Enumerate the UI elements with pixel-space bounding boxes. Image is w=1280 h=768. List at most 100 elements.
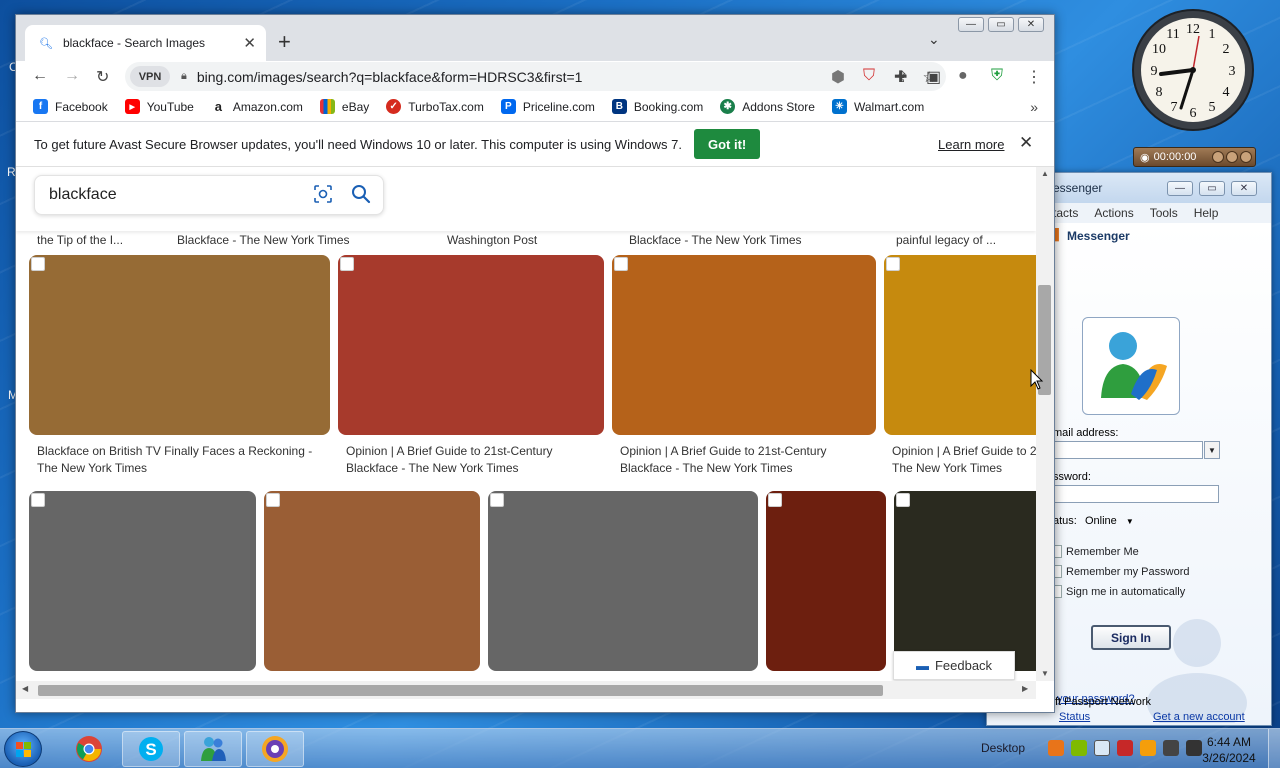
- service-status-link[interactable]: Status: [1059, 711, 1090, 723]
- tab-search-chevron-icon[interactable]: ⌄: [928, 31, 940, 48]
- got-it-button[interactable]: Got it!: [694, 129, 761, 159]
- menu-help[interactable]: Help: [1194, 206, 1219, 220]
- start-button[interactable]: [4, 731, 42, 767]
- vpn-button[interactable]: VPN: [130, 66, 170, 87]
- taskbar-avast-browser[interactable]: [246, 731, 304, 767]
- profile-icon[interactable]: ●: [958, 67, 968, 85]
- menu-contacts[interactable]: tacts: [1053, 206, 1078, 220]
- image-caption[interactable]: the Tip of the I...: [37, 233, 123, 247]
- chevron-double-right-icon[interactable]: »: [1030, 99, 1038, 115]
- ublock-icon[interactable]: ⛉: [863, 67, 875, 85]
- timer-gadget[interactable]: ◉ 00:00:00: [1133, 147, 1256, 167]
- minimize-button[interactable]: —: [958, 17, 984, 32]
- vertical-scrollbar[interactable]: ▲ ▼: [1036, 167, 1054, 681]
- image-caption[interactable]: Opinion | A Brief Guide to 2 The New Yor…: [892, 443, 1038, 477]
- new-account-link[interactable]: Get a new account: [1153, 711, 1245, 723]
- bookmark-youtube[interactable]: ▶ YouTube: [124, 99, 194, 114]
- scroll-down-arrow-icon[interactable]: ▼: [1041, 669, 1049, 678]
- bookmark-turbotax[interactable]: ✓ TurboTax.com: [386, 99, 484, 114]
- desktop-toolbar-label[interactable]: Desktop: [981, 741, 1025, 755]
- tray-notes-icon[interactable]: [1094, 740, 1110, 756]
- image-caption[interactable]: Blackface - The New York Times: [629, 233, 802, 247]
- taskbar-clock[interactable]: 6:44 AM 3/26/2024: [1200, 734, 1258, 766]
- side-panel-icon[interactable]: ▣: [926, 67, 941, 87]
- image-tile[interactable]: [766, 491, 886, 671]
- visual-search-icon[interactable]: [313, 184, 333, 204]
- tray-search-icon[interactable]: [1140, 740, 1156, 756]
- tray-tools-icon[interactable]: [1117, 740, 1133, 756]
- close-icon[interactable]: ✕: [243, 34, 256, 52]
- scroll-up-arrow-icon[interactable]: ▲: [1041, 169, 1049, 178]
- status-select[interactable]: Online ▼: [1085, 515, 1134, 527]
- image-tile[interactable]: [29, 491, 256, 671]
- image-tile[interactable]: [264, 491, 480, 671]
- taskbar-chrome[interactable]: [60, 731, 118, 767]
- sign-in-button[interactable]: Sign In: [1091, 625, 1171, 650]
- menu-tools[interactable]: Tools: [1150, 206, 1178, 220]
- horizontal-scroll-thumb[interactable]: [38, 685, 883, 696]
- image-caption[interactable]: Opinion | A Brief Guide to 21st-Century …: [620, 443, 850, 477]
- timer-start-button[interactable]: [1212, 151, 1224, 163]
- avast-shield-icon[interactable]: ⛨: [991, 67, 1003, 85]
- taskbar-messenger[interactable]: [184, 731, 242, 767]
- image-caption[interactable]: Opinion | A Brief Guide to 21st-Century …: [346, 443, 576, 477]
- image-tile[interactable]: [29, 255, 330, 435]
- bookmark-facebook[interactable]: f Facebook: [33, 99, 108, 114]
- learn-more-link[interactable]: Learn more: [938, 137, 1004, 152]
- messenger-avatar[interactable]: [1082, 317, 1180, 415]
- remember-me-checkbox[interactable]: Remember Me: [1053, 545, 1139, 558]
- image-caption[interactable]: Washington Post: [447, 233, 537, 247]
- extensions-puzzle-icon[interactable]: ✚: [894, 67, 907, 87]
- search-icon[interactable]: [351, 184, 371, 204]
- browser-window[interactable]: 🔍︎ blackface - Search Images ✕ + ⌄ — ▭ ✕…: [15, 14, 1055, 713]
- reload-icon[interactable]: ↻: [96, 67, 109, 87]
- tray-chat-icon[interactable]: [1071, 740, 1087, 756]
- scroll-right-arrow-icon[interactable]: ▶: [1022, 684, 1028, 693]
- lock-icon[interactable]: 🔒︎: [181, 70, 187, 83]
- new-tab-button[interactable]: +: [278, 29, 291, 55]
- remember-password-checkbox[interactable]: Remember my Password: [1053, 565, 1189, 578]
- email-dropdown-button[interactable]: ▼: [1204, 441, 1220, 459]
- timer-reset-button[interactable]: [1226, 151, 1238, 163]
- close-icon[interactable]: ✕: [1019, 133, 1033, 153]
- image-caption[interactable]: Blackface - The New York Times: [177, 233, 350, 247]
- url-text[interactable]: bing.com/images/search?q=blackface&form=…: [197, 69, 583, 85]
- taskbar-skype[interactable]: S: [122, 731, 180, 767]
- bookmark-addons-store[interactable]: ✱ Addons Store: [720, 99, 815, 114]
- horizontal-scrollbar[interactable]: ◀ ▶: [16, 681, 1036, 699]
- minimize-button[interactable]: —: [1167, 181, 1193, 196]
- back-arrow-icon[interactable]: ←: [32, 67, 48, 85]
- timer-settings-button[interactable]: [1240, 151, 1252, 163]
- password-input[interactable]: [1053, 485, 1219, 503]
- bookmark-booking[interactable]: B Booking.com: [611, 99, 703, 114]
- image-tile[interactable]: [338, 255, 604, 435]
- sign-in-auto-checkbox[interactable]: Sign me in automatically: [1053, 585, 1185, 598]
- extension-shield-icon[interactable]: ⬢: [831, 67, 845, 87]
- scroll-left-arrow-icon[interactable]: ◀: [22, 684, 28, 693]
- image-tile[interactable]: [488, 491, 758, 671]
- close-button[interactable]: ✕: [1018, 17, 1044, 32]
- clock-gadget[interactable]: 12 1 2 345 678 9 10 11: [1131, 8, 1255, 132]
- image-tile[interactable]: [612, 255, 876, 435]
- email-input[interactable]: [1053, 441, 1203, 459]
- tab-bing-images[interactable]: 🔍︎ blackface - Search Images ✕: [25, 25, 266, 61]
- bookmark-priceline[interactable]: P Priceline.com: [500, 99, 595, 114]
- image-caption[interactable]: painful legacy of ...: [896, 233, 996, 247]
- image-tile[interactable]: [884, 255, 1044, 435]
- image-tile[interactable]: [894, 491, 1044, 671]
- feedback-button[interactable]: ▬ Feedback: [893, 651, 1015, 680]
- search-input[interactable]: blackface: [34, 175, 384, 215]
- bookmark-walmart[interactable]: ✳ Walmart.com: [831, 99, 924, 114]
- forward-arrow-icon[interactable]: →: [64, 67, 80, 85]
- close-button[interactable]: ✕: [1231, 181, 1257, 196]
- tray-network-icon[interactable]: [1163, 740, 1179, 756]
- image-caption[interactable]: Blackface on British TV Finally Faces a …: [37, 443, 327, 477]
- maximize-button[interactable]: ▭: [988, 17, 1014, 32]
- bookmark-amazon[interactable]: a Amazon.com: [210, 99, 303, 114]
- show-desktop-button[interactable]: [1268, 729, 1280, 768]
- menu-actions[interactable]: Actions: [1094, 206, 1133, 220]
- bookmark-ebay[interactable]: eBay: [319, 99, 369, 114]
- menu-kebab-icon[interactable]: ⋮: [1026, 67, 1042, 87]
- tray-vlc-icon[interactable]: [1048, 740, 1064, 756]
- maximize-button[interactable]: ▭: [1199, 181, 1225, 196]
